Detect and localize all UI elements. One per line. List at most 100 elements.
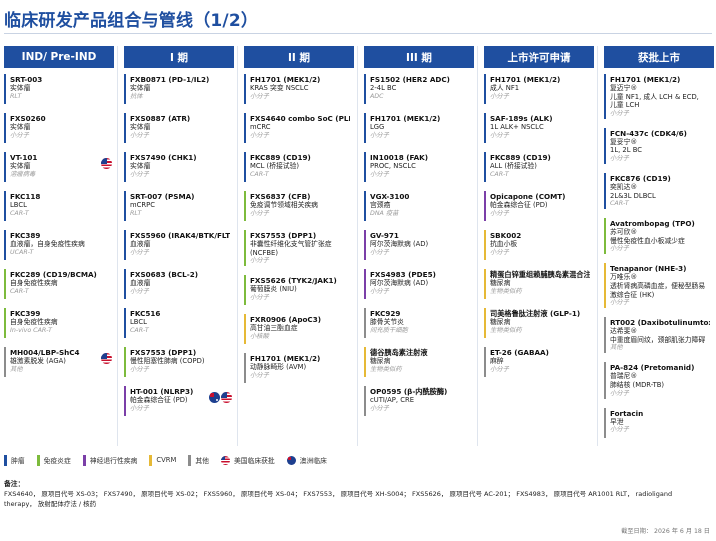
therapeutic-area-bar [484,347,486,377]
modality-text: 小分子 [130,131,149,139]
pipeline-entry: Fortacin 早泄 小分子 [604,406,714,440]
indication-text: 复妥宁® [610,137,638,146]
product-code: RT002 (DaxibotulinumtoxinA) [610,318,710,328]
phase-column: 上市许可申请 FH1701 (MEK1/2) 成人 NF1 小分子 SAF-189s (… [484,46,598,446]
product-code: FXS5626 (TYK2/JAK1) [250,276,337,286]
product-code: FXS4983 (PDE5) [370,270,436,279]
modality-text: 生物类似药 [490,287,522,295]
modality-text: DNA 疫苗 [370,209,399,217]
therapeutic-area-bar [364,152,366,182]
therapeutic-area-bar [364,191,366,221]
indication-text: 实体瘤 [10,123,31,131]
pipeline-entry: FKC516 LBCL CAR-T [124,306,234,340]
pipeline-entry: RT002 (DaxibotulinumtoxinA)达希斐®中重度眉间纹，颈部… [604,315,714,355]
indication-text: 糖尿病 [370,357,391,365]
pipeline-entry: FH1701 (MEK1/2) 复迈宁® 儿童 NF1, 成人 LCH & ECD,… [604,72,714,121]
product-code: FXR0906 (ApoC3) [250,315,321,325]
pipeline-entry: FKC399 自身免疫性疾病 In-vivo CAR-T [4,306,114,340]
therapeutic-area-bar [604,317,606,354]
indication-text: 自身免疫性疾病 [10,318,58,326]
pipeline-entry: HT-001 (NLRP3) 帕金森综合征 (PD) 小分子 [124,384,234,418]
therapeutic-area-bar [4,308,6,338]
product-code: MH004/LBP-ShC4 [10,348,80,357]
phase-column: II 期 FH1701 (MEK1/2) KRAS 突变 NSCLC 小分子 FXS46… [244,46,358,446]
product-code: FH1701 (MEK1/2) [610,75,681,84]
therapeutic-area-bar [244,113,246,143]
product-code: FXS4640 combo SoC (PLK1) [250,114,350,123]
indication-text: 血液瘤 [130,279,151,287]
us-flag-icon [101,158,112,169]
pipeline-entry: FXS0683 (BCL-2) 血液瘤 小分子 [124,267,234,301]
indication-text: 中重度眉间纹，颈部肌张力障碍 [610,335,706,344]
therapeutic-area-bar [604,263,606,309]
modality-text: In-vivo CAR-T [10,326,52,334]
column-divider [357,46,358,446]
therapeutic-area-bar [244,152,246,182]
therapeutic-area-bar [244,230,246,267]
therapeutic-area-bar [484,230,486,260]
modality-text: 小分子 [250,92,269,100]
cutoff-date: 截至日期： 2026 年 6 月 18 日 [621,528,710,535]
indication-text: 2L&3L DLBCL [610,191,656,200]
title-divider [4,33,712,34]
therapeutic-area-bar [4,113,6,143]
legend-label: 神经退行性疾病 [89,457,138,465]
modality-text: 小分子 [610,154,629,162]
indication-text: 实体瘤 [130,162,151,170]
us-flag-icon [101,353,112,364]
indication-text: 动静脉畸形 (AVM) [250,363,307,372]
pipeline-entry: 精蛋白锌重组赖脯胰岛素混合注射液 (25R)糖尿病生物类似药 [484,267,594,301]
indication-text: cUTI/AP, CRE [370,396,414,404]
therapeutic-area-bar [364,347,366,377]
pipeline-entry: FCN-437c (CDK4/6) 复妥宁® 1L, 2L BC 小分子 [604,126,714,166]
product-code: OP0595 (β-内酰胺酶) [370,387,448,396]
therapeutic-area-bar [604,74,606,119]
modality-text: 抗体 [130,92,143,100]
indication-text: 苏可欣® [610,228,638,237]
phase-header: III 期 [364,46,474,68]
pipeline-entry: VGX-3100 宫颈癌 DNA 疫苗 [364,189,474,223]
indication-text: 儿童 NF1, 成人 LCH & ECD, [610,92,699,101]
modality-text: 小分子 [610,299,629,307]
legend-label: 肿瘤 [11,457,25,465]
pipeline-entry: FS1502 (HER2 ADC) 2-4L BC ADC [364,72,474,106]
indication-text: 普瑞尼® [610,372,638,381]
product-code: Avatrombopag (TPO) [610,219,695,229]
therapeutic-area-bar [124,191,126,221]
therapeutic-area-bar [364,74,366,104]
legend-item: 美国临床获批 [220,455,275,465]
modality-text: 其他 [10,365,23,373]
pipeline-entry: VT-101 实体瘤 溶瘤病毒 [4,150,114,184]
legend-label: 美国临床获批 [233,457,275,465]
indication-text: LBCL [10,201,27,209]
therapeutic-area-bar [604,407,606,438]
therapeutic-area-bar [244,353,246,384]
modality-text: 小分子 [250,209,269,217]
therapeutic-area-bar [4,152,6,182]
modality-text: 小分子 [250,257,269,265]
indication-text: 宫颈癌 [370,201,391,209]
indication-text: 免疫调节领域相关疾病 [250,201,318,209]
therapeutic-area-bar [124,230,126,260]
modality-text: 小分子 [130,287,149,295]
legend-item: 澳洲临床 [286,455,327,465]
modality-text: 小分子 [10,131,29,139]
pipeline-entry: Opicapone (COMT) 帕金森综合征 (PD) 小分子 [484,189,594,223]
pipeline-entry: SRT-003 实体瘤 RLT [4,72,114,106]
product-code: ET-26 (GABAA) [490,348,549,357]
modality-text: CAR-T [610,200,629,208]
product-code: 精蛋白锌重组赖脯胰岛素混合注射液 (25R) [490,270,590,279]
indication-text: 1L ALK+ NSCLC [490,123,544,131]
product-code: GV-971 [370,231,399,240]
phase-body: FH1701 (MEK1/2) 复迈宁® 儿童 NF1, 成人 LCH & ECD,… [604,68,714,446]
product-code: FXS5960 (IRAK4/BTK/FLT3) [130,231,230,240]
pipeline-entry: FKC118 LBCL CAR-T [4,189,114,223]
pipeline-entry: SRT-007 (PSMA) mCRPC RLT [124,189,234,223]
therapeutic-area-bar [124,74,126,104]
modality-text: RLT [10,92,22,100]
pipeline-entry: FXS0260 实体瘤 小分子 [4,111,114,145]
modality-text: 小分子 [250,293,269,301]
product-code: FKC118 [10,192,41,201]
modality-text: CAR-T [10,209,29,217]
indication-text: 膝骨关节炎 [370,318,404,326]
